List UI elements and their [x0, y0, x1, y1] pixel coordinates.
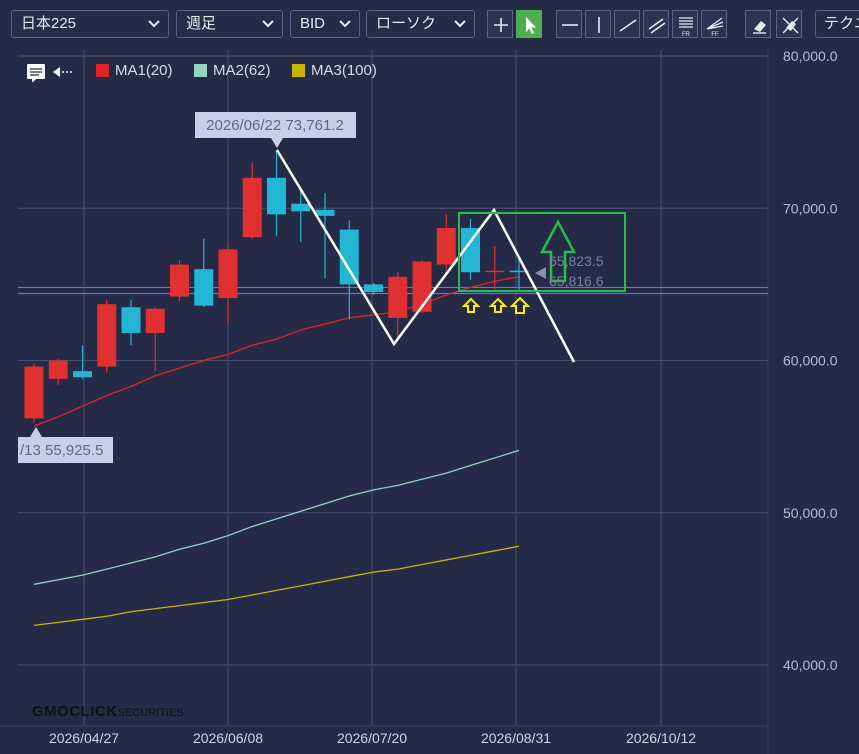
legend-ma3: MA3(100) [292, 60, 377, 82]
x-tick-label: 2026/07/20 [337, 730, 407, 746]
candle [24, 363, 44, 423]
candle-body [267, 177, 286, 215]
candle-body [170, 264, 189, 297]
candle-body [97, 304, 117, 367]
legend-ma1: MA1(20) [96, 60, 173, 82]
candle-body [24, 366, 44, 419]
low-price-label: /13 55,925.5 [20, 442, 103, 459]
candle-body [194, 269, 214, 306]
candle-body [364, 284, 383, 292]
candle [170, 260, 189, 302]
candle-body [145, 308, 165, 334]
ask-price-label: 65,816.6 [549, 273, 604, 289]
candle-body [388, 276, 408, 318]
candle [97, 299, 117, 373]
candle-body [485, 270, 505, 273]
legend-ma3-swatch [292, 64, 305, 77]
candlestick-chart: 80,000.0 70,000.0 60,000.0 50,000.0 40,000.0… [0, 48, 859, 754]
legend-ma2-label: MA2(62) [213, 62, 271, 79]
y-tick-label: 40,000.0 [783, 657, 838, 673]
candle-body [242, 177, 262, 238]
legend-ma2-swatch [194, 64, 207, 77]
y-tick-label: 50,000.0 [783, 505, 838, 521]
candle-body [121, 307, 141, 334]
candle-body [48, 360, 68, 379]
comment-icon-wrap[interactable] [26, 60, 74, 89]
candle-body [218, 249, 238, 299]
x-tick-label: 2026/10/12 [626, 730, 696, 746]
candle-body [291, 203, 311, 212]
x-tick-label: 2026/04/27 [49, 730, 119, 746]
x-tick-label: 2026/06/08 [193, 730, 263, 746]
y-tick-label: 80,000.0 [783, 48, 838, 64]
candle-body [73, 371, 92, 378]
candle-body [412, 261, 432, 312]
comment-icon [27, 64, 74, 83]
x-tick-label: 2026/08/31 [481, 730, 551, 746]
legend-ma1-swatch [96, 64, 109, 77]
candle-body [315, 209, 335, 216]
y-tick-label: 70,000.0 [783, 200, 838, 216]
chart-background [0, 50, 859, 754]
brand-suffix: SECURITIES [117, 707, 184, 719]
high-price-label: 2026/06/22 73,761.2 [206, 117, 344, 134]
bid-price-label: 65,823.5 [549, 253, 604, 269]
candle-body [436, 228, 456, 265]
legend-ma1-label: MA1(20) [115, 62, 173, 79]
brand-name: GMOCLICK [32, 703, 118, 720]
y-tick-label: 60,000.0 [783, 353, 838, 369]
brand-watermark: GMOCLICKSECURITIES [32, 703, 184, 720]
legend-ma3-label: MA3(100) [311, 62, 377, 79]
legend-ma2: MA2(62) [194, 60, 271, 82]
